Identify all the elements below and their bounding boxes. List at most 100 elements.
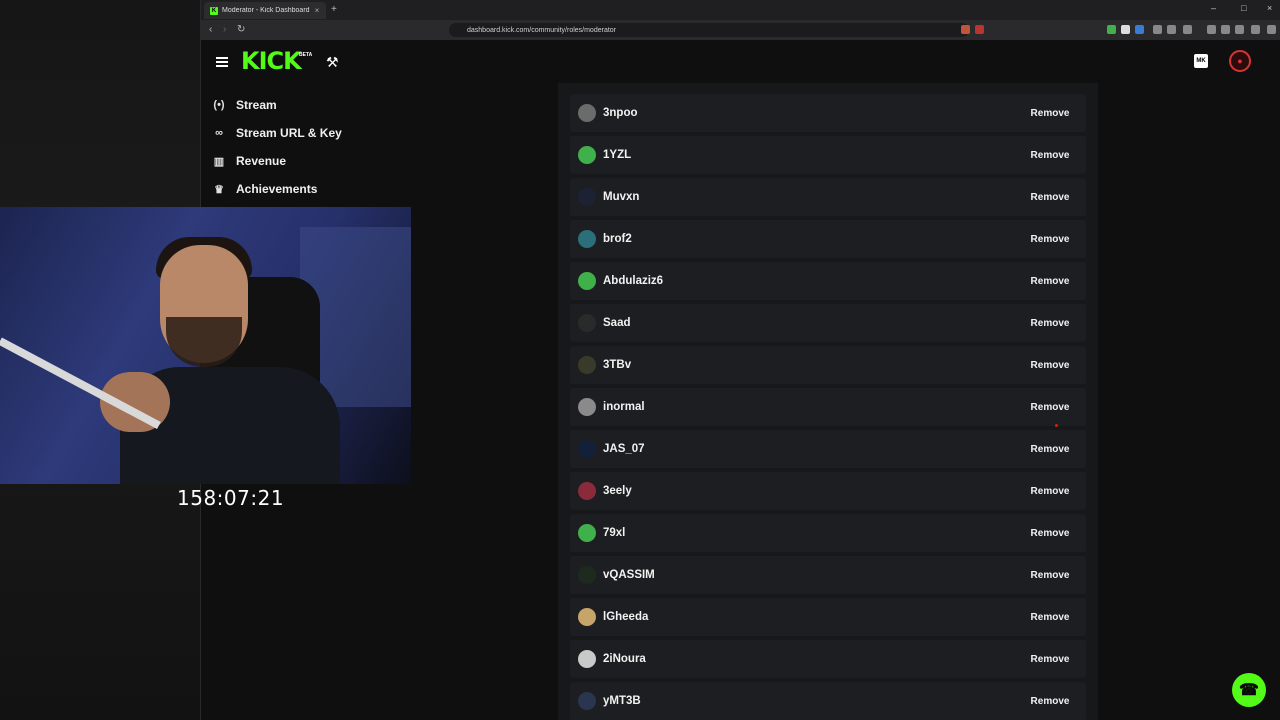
url-field[interactable]: dashboard.kick.com/community/roles/moder… — [449, 23, 969, 37]
moderator-row: 1YZL Remove — [570, 136, 1086, 174]
avatar — [578, 188, 596, 206]
moderator-row: yMT3B Remove — [570, 682, 1086, 720]
remove-button[interactable]: Remove — [1020, 354, 1080, 376]
moderator-row: inormal Remove — [570, 388, 1086, 426]
remove-button[interactable]: Remove — [1020, 606, 1080, 628]
avatar — [578, 146, 596, 164]
address-bar: ‹ › ↻ dashboard.kick.com/community/roles… — [201, 20, 1280, 40]
tab-title: Moderator - Kick Dashboard — [222, 7, 310, 14]
extension-icon[interactable] — [1135, 25, 1144, 34]
maximize-button[interactable]: □ — [1241, 3, 1246, 13]
sidebar-item-stream-url-key[interactable]: ∞ Stream URL & Key — [212, 123, 342, 143]
avatar — [578, 524, 596, 542]
sidebar-item-label: Revenue — [236, 154, 287, 168]
moderator-row: 2iNoura Remove — [570, 640, 1086, 678]
kick-favicon-icon: K — [210, 6, 218, 15]
sidebar-item-label: Stream URL & Key — [236, 126, 342, 140]
stream-timer: 158:07:21 — [177, 486, 285, 510]
close-window-button[interactable]: × — [1267, 3, 1272, 13]
user-avatar[interactable]: ● — [1229, 50, 1251, 72]
moderator-row: Saad Remove — [570, 304, 1086, 342]
moderator-username: lGheeda — [603, 611, 649, 623]
moderator-username: Muvxn — [603, 191, 640, 203]
remove-button[interactable]: Remove — [1020, 312, 1080, 334]
mouse-cursor — [1055, 424, 1058, 427]
extension-icon[interactable] — [1121, 25, 1130, 34]
sidebar-item-label: Stream — [236, 98, 277, 112]
vpn-icon[interactable] — [1235, 25, 1244, 34]
extension-icon[interactable] — [1183, 25, 1192, 34]
avatar — [578, 440, 596, 458]
moderator-username: vQASSIM — [603, 569, 655, 581]
remove-button[interactable]: Remove — [1020, 690, 1080, 712]
moderator-row: lGheeda Remove — [570, 598, 1086, 636]
avatar — [578, 608, 596, 626]
moderator-username: 2iNoura — [603, 653, 646, 665]
extension-icon[interactable] — [1153, 25, 1162, 34]
sidebar-icon[interactable] — [1207, 25, 1216, 34]
sidebar-item-achievements[interactable]: ♛ Achievements — [212, 179, 317, 199]
webcam-overlay — [0, 207, 411, 484]
avatar — [578, 482, 596, 500]
moderator-row: JAS_07 Remove — [570, 430, 1086, 468]
sidebar-item-label: Achievements — [236, 182, 318, 196]
remove-button[interactable]: Remove — [1020, 270, 1080, 292]
remove-button[interactable]: Remove — [1020, 228, 1080, 250]
sidebar-item-stream[interactable]: (•) Stream — [212, 95, 277, 115]
remove-button[interactable]: Remove — [1020, 480, 1080, 502]
remove-button[interactable]: Remove — [1020, 648, 1080, 670]
tab-bar: K Moderator - Kick Dashboard × + – □ × — [201, 0, 1280, 20]
avatar — [578, 650, 596, 668]
remove-button[interactable]: Remove — [1020, 102, 1080, 124]
brave-rewards-icon[interactable] — [975, 25, 984, 34]
moderator-username: 3eely — [603, 485, 632, 497]
moderator-row: 79xl Remove — [570, 514, 1086, 552]
moderator-username: inormal — [603, 401, 645, 413]
moderator-row: 3TBv Remove — [570, 346, 1086, 384]
help-chat-button[interactable]: ☎ — [1232, 673, 1266, 707]
remove-button[interactable]: Remove — [1020, 438, 1080, 460]
moderator-username: yMT3B — [603, 695, 641, 707]
remove-button[interactable]: Remove — [1020, 144, 1080, 166]
chart-icon: ▥ — [213, 155, 225, 168]
avatar — [578, 356, 596, 374]
avatar — [578, 692, 596, 710]
remove-button[interactable]: Remove — [1020, 186, 1080, 208]
moderator-row: 3npoo Remove — [570, 94, 1086, 132]
minimize-button[interactable]: – — [1211, 3, 1216, 13]
moderator-username: Saad — [603, 317, 631, 329]
tab-moderator[interactable]: K Moderator - Kick Dashboard × — [204, 2, 326, 19]
hammer-icon[interactable]: ⚒ — [326, 54, 339, 71]
remove-button[interactable]: Remove — [1020, 564, 1080, 586]
extension-icon[interactable] — [1107, 25, 1116, 34]
forward-icon[interactable]: › — [223, 24, 226, 35]
moderator-row: Muvxn Remove — [570, 178, 1086, 216]
sidebar-item-revenue[interactable]: ▥ Revenue — [212, 151, 286, 171]
moderator-username: 1YZL — [603, 149, 632, 161]
channel-badge[interactable]: MK — [1194, 54, 1208, 68]
avatar — [578, 398, 596, 416]
moderator-username: 79xl — [603, 527, 626, 539]
shield-icon[interactable] — [1251, 25, 1260, 34]
extension-icon[interactable] — [1167, 25, 1176, 34]
reload-icon[interactable]: ↻ — [237, 24, 245, 35]
avatar — [578, 104, 596, 122]
back-icon[interactable]: ‹ — [209, 24, 212, 35]
avatar — [578, 272, 596, 290]
moderator-row: Abdulaziz6 Remove — [570, 262, 1086, 300]
menu-icon[interactable] — [1267, 25, 1276, 34]
new-tab-button[interactable]: + — [331, 4, 337, 15]
brave-shield-icon[interactable] — [961, 25, 970, 34]
broadcast-icon: (•) — [213, 99, 225, 111]
moderator-row: vQASSIM Remove — [570, 556, 1086, 594]
remove-button[interactable]: Remove — [1020, 396, 1080, 418]
avatar — [578, 230, 596, 248]
tab-close-icon[interactable]: × — [312, 6, 322, 15]
moderator-username: 3TBv — [603, 359, 632, 371]
hamburger-menu-icon[interactable] — [216, 55, 228, 67]
avatar — [578, 566, 596, 584]
kick-logo[interactable]: KICK — [241, 47, 302, 75]
remove-button[interactable]: Remove — [1020, 522, 1080, 544]
wallet-icon[interactable] — [1221, 25, 1230, 34]
avatar — [578, 314, 596, 332]
